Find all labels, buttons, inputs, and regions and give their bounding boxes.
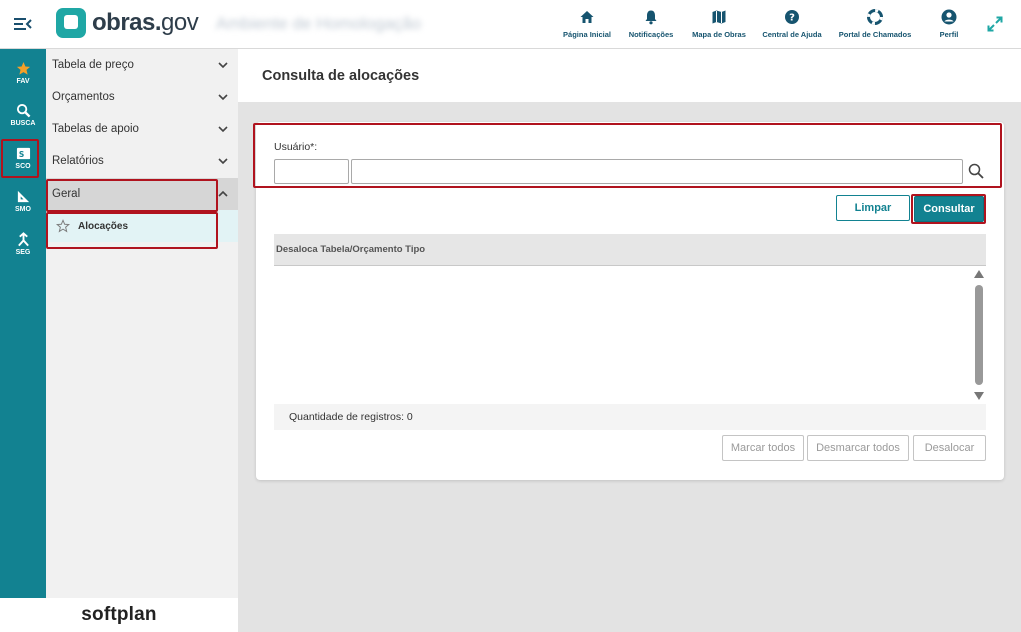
- sidebar-item-tabelas-de-apoio[interactable]: Tabelas de apoio: [46, 113, 238, 145]
- grid-body: [274, 266, 986, 404]
- nav-notifications-label: Notificações: [628, 30, 674, 39]
- expand-icon[interactable]: [987, 16, 1003, 32]
- marcar-todos-button[interactable]: Marcar todos: [722, 435, 804, 461]
- rail-item-smo[interactable]: SMO: [0, 181, 46, 221]
- top-bar: obras.gov Ambiente de Homologação Página…: [0, 0, 1021, 49]
- sidebar-item-label: Orçamentos: [52, 91, 115, 103]
- sidebar-item-label: Tabela de preço: [52, 59, 134, 71]
- usuario-name-input[interactable]: [351, 159, 963, 184]
- sidebar-item-relatorios[interactable]: Relatórios: [46, 145, 238, 177]
- sidebar-subitem-alocacoes[interactable]: Alocações: [46, 210, 238, 242]
- lifebuoy-icon: [867, 9, 883, 25]
- grid-scrollbar-thumb[interactable]: [975, 285, 983, 385]
- limpar-button[interactable]: Limpar: [836, 195, 910, 221]
- search-icon[interactable]: [967, 162, 985, 180]
- chevron-up-icon: [218, 190, 228, 197]
- sidebar-subitem-label: Alocações: [78, 220, 129, 232]
- nav-map-label: Mapa de Obras: [692, 30, 746, 39]
- desalocar-button[interactable]: Desalocar: [913, 435, 986, 461]
- rail-item-seg[interactable]: SEG: [0, 224, 46, 264]
- nav-notifications[interactable]: Notificações: [618, 9, 684, 43]
- ruler-triangle-icon: [17, 190, 29, 203]
- desmarcar-todos-button[interactable]: Desmarcar todos: [807, 435, 909, 461]
- usuario-label: Usuário*:: [274, 141, 318, 153]
- consultar-button[interactable]: Consultar: [914, 196, 984, 222]
- grid-header-label: Desaloca Tabela/Orçamento Tipo: [276, 244, 426, 255]
- softplan-logo: softplan: [0, 598, 238, 632]
- sidebar-item-geral[interactable]: Geral: [46, 178, 238, 210]
- obras-logo-icon: [56, 8, 86, 38]
- sidebar-item-tabela-de-preco[interactable]: Tabela de preço: [46, 49, 238, 81]
- nav-profile-label: Perfil: [939, 30, 959, 39]
- seg-icon: [17, 232, 29, 247]
- sco-icon: S: [16, 147, 30, 160]
- nav-tickets[interactable]: Portal de Chamados: [830, 9, 920, 43]
- page-header: Consulta de alocações: [238, 49, 1021, 102]
- logo-text: obras.gov: [92, 9, 199, 36]
- star-outline-icon[interactable]: [56, 219, 70, 233]
- module-rail: FAV BUSCA S SCO SMO SEG: [0, 49, 46, 598]
- rail-item-sco-label: SCO: [15, 163, 31, 170]
- top-nav: Página Inicial Notificações Mapa de Obra…: [556, 9, 978, 43]
- chevron-down-icon: [218, 94, 228, 101]
- search-icon: [16, 103, 30, 118]
- scroll-down-arrow-icon[interactable]: [974, 392, 984, 400]
- sidebar-item-orcamentos[interactable]: Orçamentos: [46, 81, 238, 113]
- map-icon: [712, 10, 726, 24]
- chevron-down-icon: [218, 62, 228, 69]
- rail-item-busca-label: BUSCA: [10, 120, 36, 127]
- sidebar-item-label: Geral: [52, 188, 81, 200]
- svg-text:S: S: [18, 150, 23, 159]
- app-logo[interactable]: obras.gov: [56, 8, 199, 38]
- svg-text:?: ?: [789, 13, 795, 24]
- help-icon: ?: [785, 10, 799, 24]
- rail-item-busca[interactable]: BUSCA: [0, 95, 46, 135]
- nav-map[interactable]: Mapa de Obras: [684, 9, 754, 43]
- grid-header: Desaloca Tabela/Orçamento Tipo: [274, 234, 986, 266]
- chevron-down-icon: [218, 126, 228, 133]
- rail-item-fav[interactable]: FAV: [0, 53, 46, 93]
- menu-collapse-icon[interactable]: [13, 15, 33, 33]
- page-title: Consulta de alocações: [262, 68, 420, 84]
- star-icon: [16, 61, 30, 75]
- scroll-up-arrow-icon[interactable]: [974, 270, 984, 278]
- nav-home[interactable]: Página Inicial: [556, 9, 618, 43]
- nav-help-label: Central de Ajuda: [762, 30, 822, 39]
- rail-item-smo-label: SMO: [15, 206, 31, 213]
- home-icon: [580, 11, 594, 23]
- rail-item-fav-label: FAV: [16, 78, 30, 85]
- bell-icon: [645, 10, 657, 25]
- nav-profile[interactable]: Perfil: [920, 9, 978, 43]
- sidebar-item-label: Tabelas de apoio: [52, 123, 139, 135]
- environment-label: Ambiente de Homologação: [216, 14, 422, 33]
- nav-help[interactable]: ? Central de Ajuda: [754, 9, 830, 43]
- sidebar-item-label: Relatórios: [52, 155, 104, 167]
- nav-home-label: Página Inicial: [563, 30, 611, 39]
- user-icon: [941, 9, 957, 25]
- record-count-label: Quantidade de registros: 0: [289, 411, 413, 423]
- nav-tickets-label: Portal de Chamados: [838, 30, 912, 39]
- rail-item-sco[interactable]: S SCO: [0, 138, 46, 178]
- record-count: Quantidade de registros: 0: [274, 404, 986, 430]
- usuario-code-input[interactable]: [274, 159, 349, 184]
- sidebar: Tabela de preço Orçamentos Tabelas de ap…: [46, 49, 238, 598]
- chevron-down-icon: [218, 158, 228, 165]
- rail-item-seg-label: SEG: [15, 249, 31, 256]
